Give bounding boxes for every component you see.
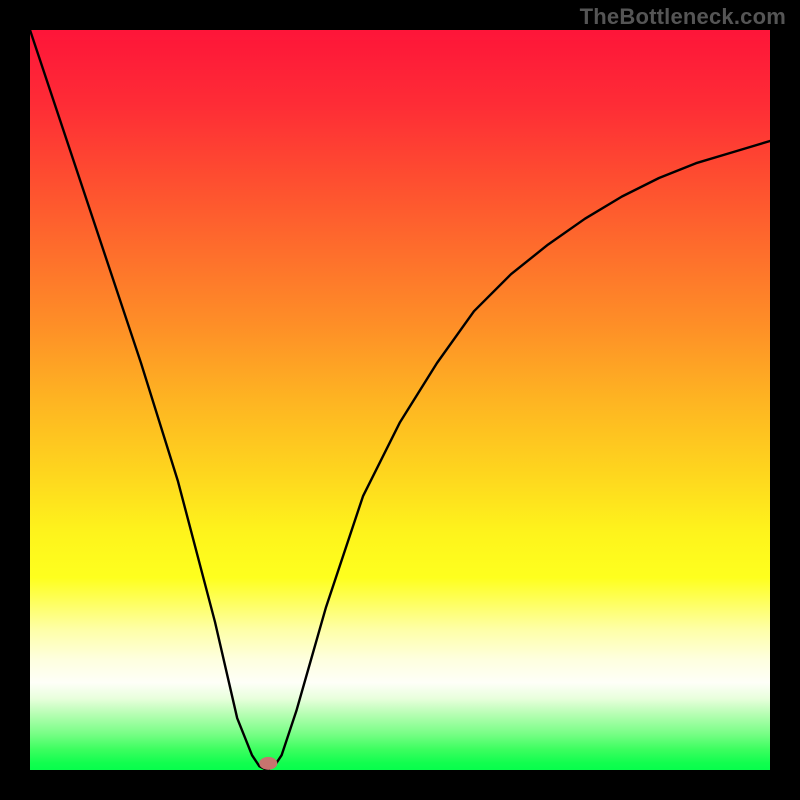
chart-frame: TheBottleneck.com xyxy=(0,0,800,800)
gradient-background xyxy=(30,30,770,770)
bottleneck-chart xyxy=(30,30,770,770)
minimum-marker xyxy=(259,757,277,770)
plot-area xyxy=(30,30,770,770)
watermark: TheBottleneck.com xyxy=(580,4,786,30)
